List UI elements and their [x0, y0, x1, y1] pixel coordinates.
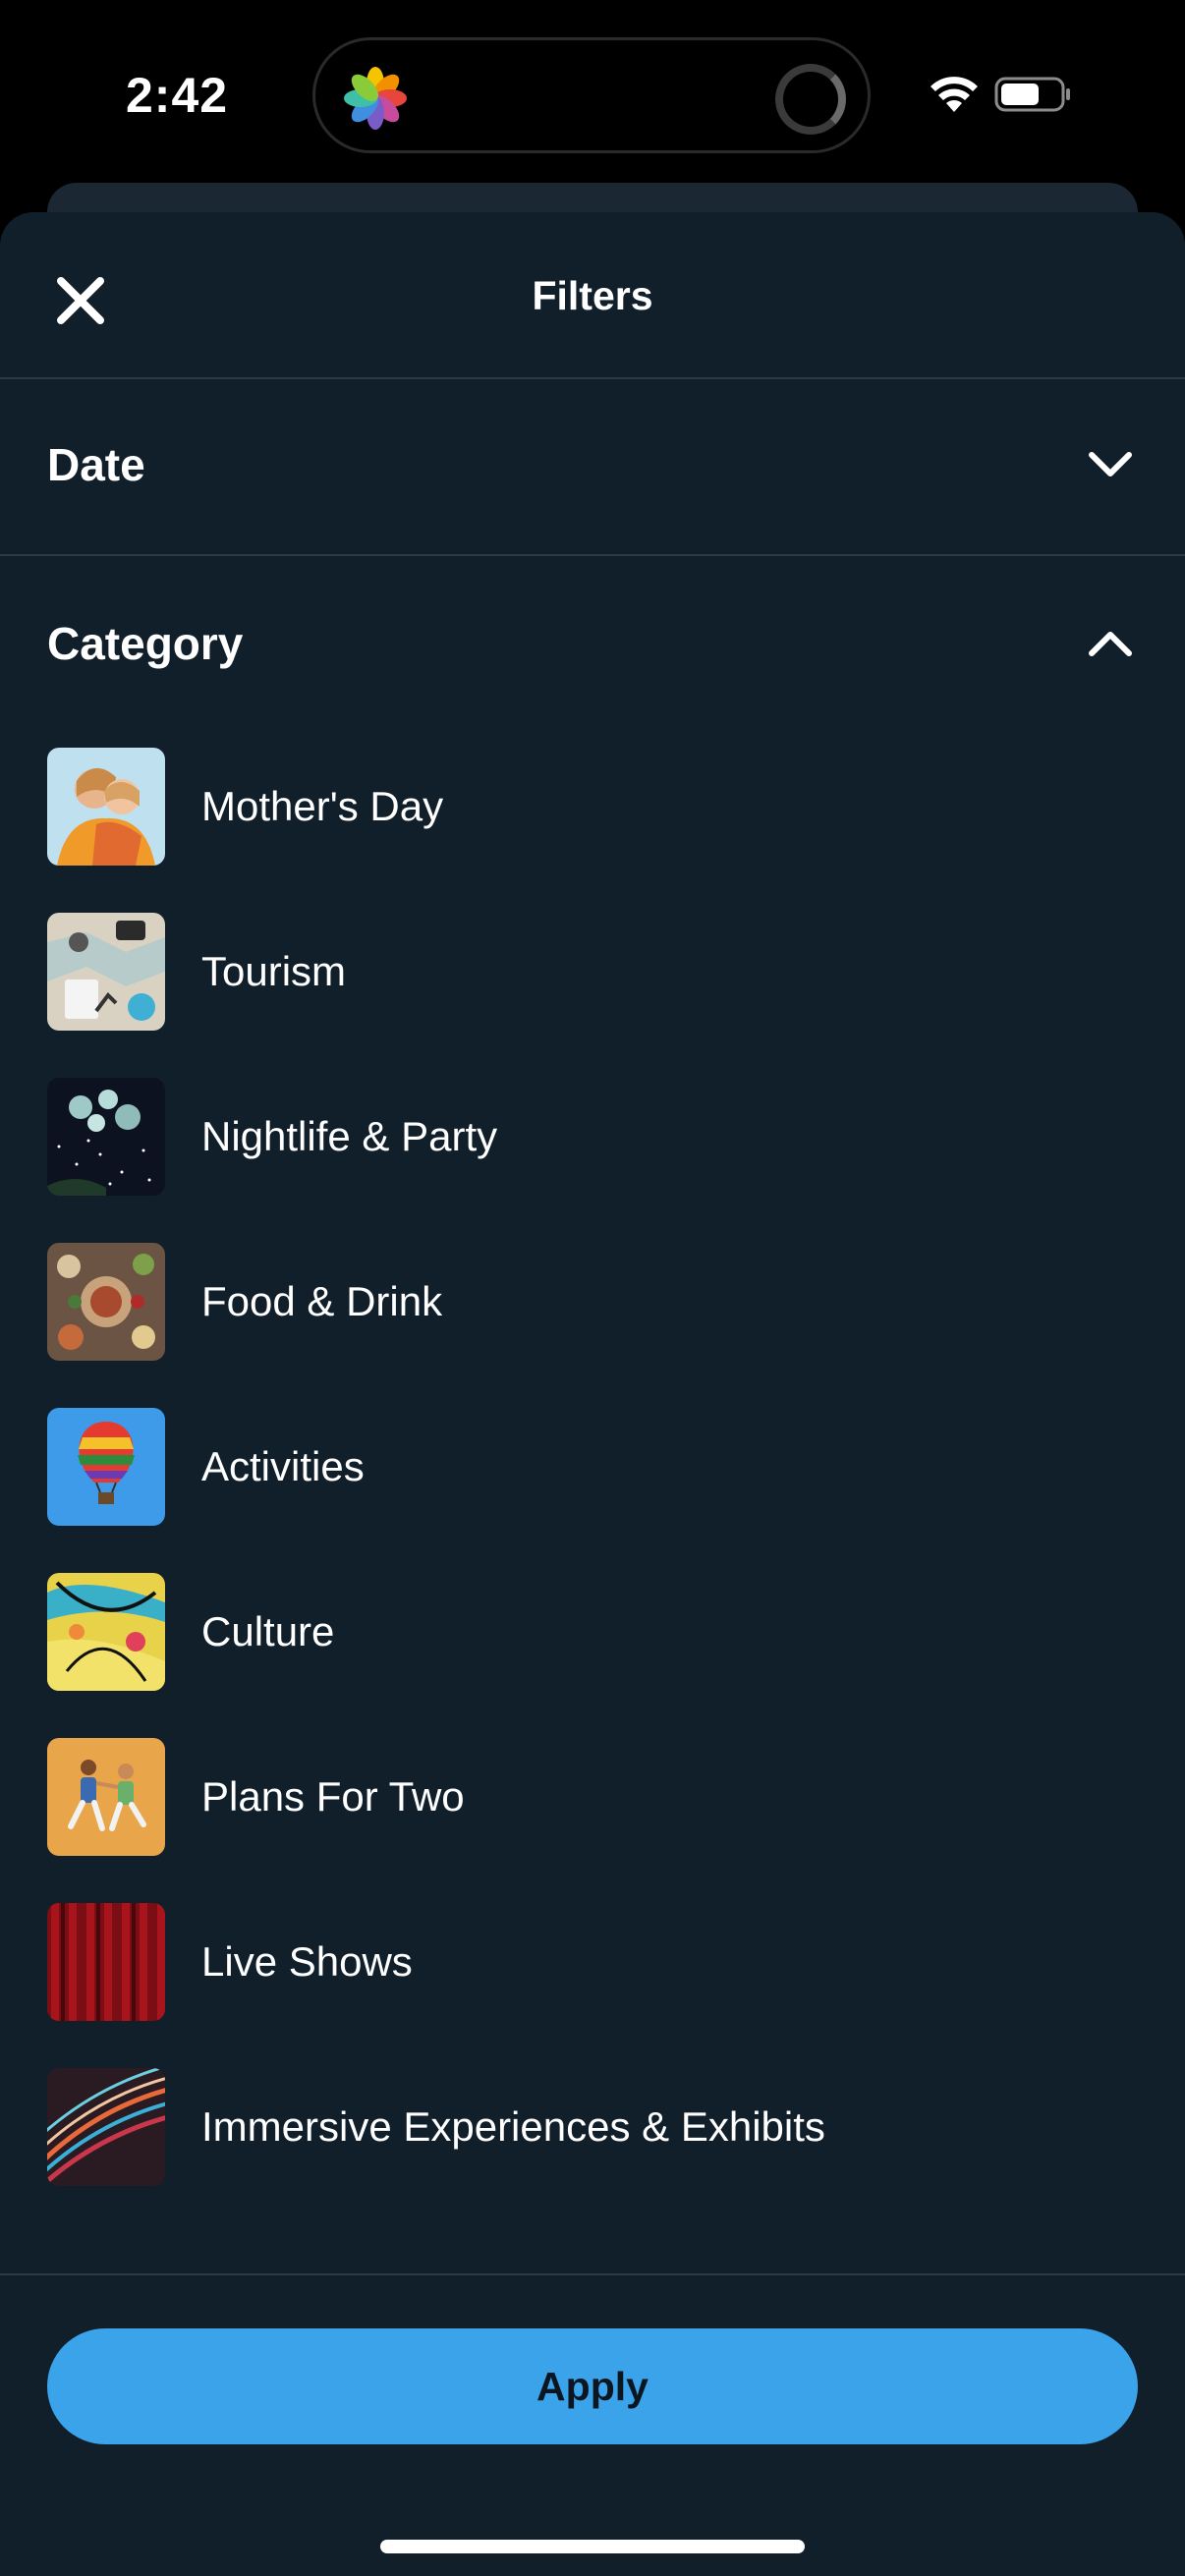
- apply-button[interactable]: Apply: [47, 2328, 1138, 2444]
- category-label: Food & Drink: [201, 1278, 443, 1324]
- photos-icon: [344, 67, 407, 130]
- category-section-toggle[interactable]: Category: [0, 558, 1185, 735]
- sheet-header: Filters: [0, 212, 1185, 379]
- category-item-culture[interactable]: Culture: [0, 1573, 1185, 1738]
- home-indicator[interactable]: [380, 2540, 805, 2553]
- status-bar: 2:42: [0, 0, 1185, 187]
- jumping-couple-photo: [47, 1738, 165, 1856]
- category-item-mothers-day[interactable]: Mother's Day: [0, 748, 1185, 913]
- chevron-down-icon: [1089, 452, 1132, 476]
- mother-hug-photo: [47, 748, 165, 866]
- map-travel-photo: [47, 913, 165, 1031]
- chevron-up-icon: [1089, 632, 1132, 656]
- status-time: 2:42: [126, 68, 229, 123]
- category-item-tourism[interactable]: Tourism: [0, 913, 1185, 1078]
- category-label: Tourism: [201, 948, 347, 994]
- sheet-footer: Apply: [0, 2273, 1185, 2576]
- light-trails-photo: [47, 2068, 165, 2186]
- category-label: Live Shows: [201, 1938, 413, 1985]
- red-curtain-photo: [47, 1903, 165, 2021]
- sheet-title: Filters: [532, 273, 653, 318]
- disco-balls-photo: [47, 1078, 165, 1196]
- wifi-icon: [931, 77, 978, 112]
- category-section-label: Category: [47, 618, 244, 669]
- category-label: Mother's Day: [201, 783, 444, 829]
- spinner-icon: [775, 64, 846, 135]
- abstract-paint-photo: [47, 1573, 165, 1691]
- category-label: Nightlife & Party: [201, 1113, 498, 1159]
- category-label: Culture: [201, 1608, 335, 1654]
- date-section-label: Date: [47, 439, 145, 490]
- filters-sheet: Filters Date Category Mother's Day Touri…: [0, 212, 1185, 2576]
- date-section-toggle[interactable]: Date: [0, 379, 1185, 556]
- category-item-plans-for-two[interactable]: Plans For Two: [0, 1738, 1185, 1903]
- category-item-live-shows[interactable]: Live Shows: [0, 1903, 1185, 2068]
- category-label: Immersive Experiences & Exhibits: [201, 2103, 825, 2150]
- category-item-activities[interactable]: Activities: [0, 1408, 1185, 1573]
- food-table-photo: [47, 1243, 165, 1361]
- battery-icon: [994, 77, 1070, 112]
- dynamic-island: [312, 37, 871, 153]
- category-label: Plans For Two: [201, 1773, 465, 1820]
- category-item-immersive-experiences-exhibits[interactable]: Immersive Experiences & Exhibits: [0, 2068, 1185, 2233]
- hot-air-balloon-photo: [47, 1408, 165, 1526]
- category-item-nightlife-party[interactable]: Nightlife & Party: [0, 1078, 1185, 1243]
- category-item-food-drink[interactable]: Food & Drink: [0, 1243, 1185, 1408]
- category-label: Activities: [201, 1443, 365, 1489]
